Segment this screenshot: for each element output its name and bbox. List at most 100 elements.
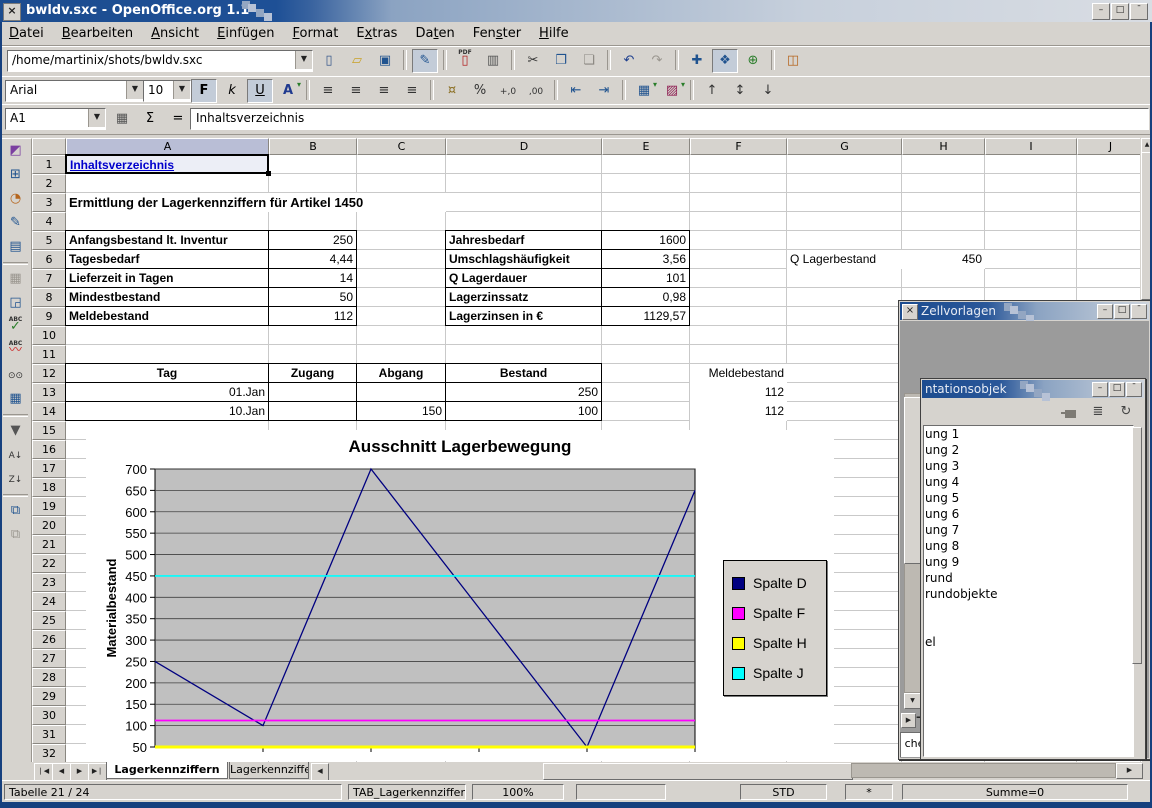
tab-scroll-left-button[interactable]: ◀	[311, 763, 329, 781]
align-middle-button[interactable]: ↕	[727, 79, 753, 103]
font-dropdown-icon[interactable]: ▼	[126, 81, 143, 99]
cell-B9[interactable]: 112	[268, 306, 357, 326]
align-right-button[interactable]: ≡	[371, 79, 397, 103]
row-header-9[interactable]: 9	[32, 307, 66, 326]
font-color-button-dropdown-icon[interactable]: ▾	[297, 74, 301, 95]
style-list-item[interactable]: rund	[924, 570, 1133, 586]
add-decimal-button[interactable]: +,0	[495, 79, 521, 103]
cell-F13[interactable]: 112	[690, 383, 787, 402]
cell-D6[interactable]: Umschlagshäufigkeit	[445, 249, 602, 269]
zoom-field[interactable]: 100%	[472, 784, 564, 800]
scroll-right-button[interactable]: ▶	[1116, 763, 1143, 779]
sum-icon[interactable]: Σ	[137, 107, 163, 131]
paste-icon[interactable]: ❏	[576, 49, 602, 73]
column-header-J[interactable]: J	[1077, 138, 1140, 155]
row-header-7[interactable]: 7	[32, 269, 66, 288]
sort-descending-icon[interactable]: Z↓	[2, 468, 30, 491]
namebox-dropdown-icon[interactable]: ▼	[88, 109, 105, 127]
last-sheet-button[interactable]: ▶❘	[88, 763, 107, 781]
column-header-I[interactable]: I	[985, 138, 1077, 155]
cell-A6[interactable]: Tagesbedarf	[65, 249, 269, 269]
cell-D12[interactable]: Bestand	[445, 363, 602, 383]
menu-daten[interactable]: Daten	[406, 22, 463, 45]
cell-F14[interactable]: 112	[690, 402, 787, 421]
cell-styles-titlebar[interactable]: × Zellvorlagen – □ ¯	[900, 302, 1149, 320]
cell-A14[interactable]: 10.Jan	[65, 401, 269, 421]
menu-datei[interactable]: Datei	[0, 22, 53, 45]
font-name-combo[interactable]: Arial ▼	[5, 80, 144, 102]
copy-icon[interactable]: ❐	[548, 49, 574, 73]
style-list-item[interactable]: ung 5	[924, 490, 1133, 506]
insert-form-icon[interactable]: ▤	[2, 236, 30, 259]
row-header-30[interactable]: 30	[32, 706, 66, 725]
close-icon[interactable]: ×	[902, 304, 918, 320]
title-bar[interactable]: × bwldv.sxc - OpenOffice.org 1.1 – □ ¯	[0, 0, 1152, 23]
cell-G6[interactable]: Q Lagerbestand	[787, 250, 902, 269]
bold-button[interactable]: F	[191, 79, 217, 103]
row-header-5[interactable]: 5	[32, 231, 66, 250]
menu-einfgen[interactable]: Einfügen	[208, 22, 283, 45]
style-list-item[interactable]: ung 1	[924, 426, 1133, 442]
row-header-14[interactable]: 14	[32, 402, 66, 421]
row-header-28[interactable]: 28	[32, 668, 66, 687]
row-header-22[interactable]: 22	[32, 554, 66, 573]
insert-icon[interactable]: ◩	[2, 140, 30, 163]
cell-A8[interactable]: Mindestbestand	[65, 287, 269, 307]
undo-icon[interactable]: ↶	[616, 49, 642, 73]
style-list-item[interactable]: ung 9	[924, 554, 1133, 570]
edit-file-icon[interactable]: ✎	[412, 49, 438, 73]
cell-D7[interactable]: Q Lagerdauer	[445, 268, 602, 288]
presentation-styles-titlebar[interactable]: ntationsobjek – □ ¯	[922, 380, 1144, 398]
selection-handle[interactable]	[266, 171, 271, 176]
maximize-button[interactable]: □	[1111, 3, 1129, 20]
draw-functions-icon[interactable]: ✎	[2, 212, 30, 235]
decrease-indent-button[interactable]: ⇤	[563, 79, 589, 103]
row-header-11[interactable]: 11	[32, 345, 66, 364]
first-sheet-button[interactable]: ❘◀	[34, 763, 53, 781]
cell-E5[interactable]: 1600	[601, 230, 690, 250]
cell-D13[interactable]: 250	[445, 382, 602, 402]
autofilter-icon[interactable]: ▼	[2, 420, 30, 443]
row-header-13[interactable]: 13	[32, 383, 66, 402]
cell-D5[interactable]: Jahresbedarf	[445, 230, 602, 250]
export-pdf-icon[interactable]: PDF▯	[452, 49, 478, 73]
stylist-icon[interactable]: ❖	[712, 49, 738, 73]
font-size-combo[interactable]: 10 ▼	[143, 80, 191, 102]
row-header-21[interactable]: 21	[32, 535, 66, 554]
style-list-item[interactable]: ung 2	[924, 442, 1133, 458]
row-header-8[interactable]: 8	[32, 288, 66, 307]
cell-B7[interactable]: 14	[268, 268, 357, 288]
cell-A5[interactable]: Anfangsbestand lt. Inventur	[65, 230, 269, 250]
fill-format-mode-icon[interactable]	[1057, 400, 1083, 424]
cell-A12[interactable]: Tag	[65, 363, 269, 383]
row-header-20[interactable]: 20	[32, 516, 66, 535]
cell-B5[interactable]: 250	[268, 230, 357, 250]
cell-B13[interactable]	[268, 382, 357, 402]
styles-scrollbar-thumb[interactable]	[1132, 427, 1142, 664]
autoformat-icon[interactable]: ▦	[2, 268, 30, 291]
styles-list[interactable]: ung 1ung 2ung 3ung 4ung 5ung 6ung 7ung 8…	[923, 425, 1134, 757]
sheet-tab-1[interactable]: Lagerkennziffern	[106, 762, 228, 779]
find-replace-icon[interactable]: ⊙⊙	[2, 364, 30, 387]
navigator-icon[interactable]: ✚	[684, 49, 710, 73]
sort-ascending-icon[interactable]: A↓	[2, 444, 30, 467]
delete-decimal-button[interactable]: ,00	[523, 79, 549, 103]
row-header-18[interactable]: 18	[32, 478, 66, 497]
row-header-31[interactable]: 31	[32, 725, 66, 744]
row-header-4[interactable]: 4	[32, 212, 66, 231]
row-header-15[interactable]: 15	[32, 421, 66, 440]
style-list-item[interactable]: ung 7	[924, 522, 1133, 538]
choose-themes-icon[interactable]: ◲	[2, 292, 30, 315]
cell-A9[interactable]: Meldebestand	[65, 306, 269, 326]
align-top-button[interactable]: ↑	[699, 79, 725, 103]
cell-A3[interactable]: Ermittlung der Lagerkennziffern für Arti…	[66, 193, 446, 212]
name-box[interactable]: A1 ▼	[5, 108, 106, 130]
cell-E6[interactable]: 3,56	[601, 249, 690, 269]
row-header-26[interactable]: 26	[32, 630, 66, 649]
italic-button[interactable]: k	[219, 79, 245, 103]
horizontal-scrollbar-thumb[interactable]	[543, 763, 853, 780]
sheet-tab-2[interactable]: Lagerkennziffern	[229, 762, 309, 779]
cut-icon[interactable]: ✂	[520, 49, 546, 73]
new-document-icon[interactable]: ▯	[316, 49, 342, 73]
spellcheck-icon[interactable]: ABC✓	[2, 316, 30, 339]
